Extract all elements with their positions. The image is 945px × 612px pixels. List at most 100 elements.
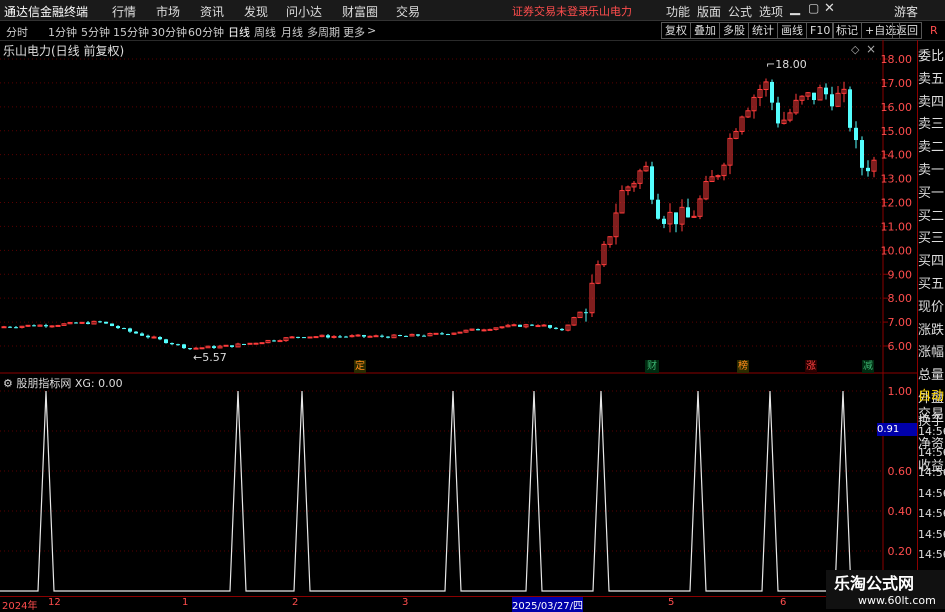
menu-function[interactable]: 功能 [666, 3, 690, 20]
trade-label[interactable]: 交易 [918, 403, 944, 422]
menu-market[interactable]: 市场 [156, 3, 180, 20]
quote-label: 总量 [918, 368, 945, 384]
draw-line-button[interactable]: 画线 [777, 22, 807, 39]
candle-body-down [104, 321, 108, 324]
multi-stock-button[interactable]: 多股 [719, 22, 749, 39]
period-30min[interactable]: 30分钟 [151, 24, 187, 40]
overlay-button[interactable]: 叠加 [690, 22, 720, 39]
period-multi[interactable]: 多周期 [307, 24, 340, 40]
indicator-tick-label: 0.20 [888, 545, 913, 558]
candle-body-down [548, 325, 552, 328]
trade-time: 14:56 [918, 507, 945, 520]
min-price-label: ←5.57 [193, 351, 227, 364]
candle-body-down [212, 346, 216, 348]
menu-wealth[interactable]: 财富圈 [342, 3, 378, 20]
adjust-button[interactable]: 复权 [661, 22, 691, 39]
menu-layout[interactable]: 版面 [697, 3, 721, 20]
candle-body-down [14, 327, 18, 329]
indicator-grid [0, 390, 883, 552]
minimize-icon[interactable]: ▁ [790, 1, 800, 16]
candle-body-down [824, 87, 828, 95]
candle-body-down [302, 337, 306, 339]
menu-formula[interactable]: 公式 [728, 3, 752, 20]
candle-body-down [182, 344, 186, 349]
candle-body-down [158, 337, 162, 340]
indicator-line [0, 390, 883, 592]
candle-body-down [518, 324, 522, 327]
date-axis-label: 12 [48, 597, 61, 608]
candle-body-down [584, 312, 588, 314]
candle-body-up [367, 335, 373, 338]
indicator-axis: 1.000.800.600.400.20 [888, 385, 913, 558]
period-tick[interactable]: 分时 [6, 24, 28, 40]
guest-label[interactable]: 游客 [894, 3, 918, 20]
menu-options[interactable]: 选项 [759, 3, 783, 20]
event-marker-ding[interactable]: 定 [354, 360, 366, 373]
period-monthly[interactable]: 月线 [281, 24, 303, 40]
date-axis-label: 3 [402, 597, 409, 608]
mark-button[interactable]: 标记 [832, 22, 862, 39]
stock-name-header: 乐山电力 [588, 5, 632, 18]
diamond-icon[interactable]: ◇ [851, 43, 859, 56]
period-5min[interactable]: 5分钟 [81, 24, 110, 40]
indicator-title[interactable]: ⚙ 股朋指标网 XG: 0.00 [3, 375, 123, 391]
menu-news[interactable]: 资讯 [200, 3, 224, 20]
candle-body-down [44, 325, 48, 327]
restore-icon[interactable]: ▢ [808, 1, 819, 15]
statistics-button[interactable]: 统计 [748, 22, 778, 39]
event-marker-cai[interactable]: 财 [645, 360, 659, 373]
chart-area[interactable]: 18.0017.0016.0015.0014.0013.0012.0011.00… [0, 40, 917, 609]
candle-body-down [230, 345, 234, 347]
period-15min[interactable]: 15分钟 [113, 24, 149, 40]
price-tick-label: 18.00 [881, 53, 913, 66]
period-1min[interactable]: 1分钟 [48, 24, 77, 40]
menu-ask[interactable]: 问小达 [286, 3, 322, 20]
close-icon[interactable]: ✕ [824, 1, 835, 16]
event-marker-zhang[interactable]: 涨 [805, 360, 817, 373]
candle-body-down [86, 322, 90, 325]
indicator-title-text: 股朋指标网 XG: 0.00 [16, 377, 123, 390]
candle-body-down [398, 335, 402, 337]
period-toolbar: 分时 1分钟 5分钟 15分钟 30分钟 60分钟 日线 周线 月线 多周期 更… [0, 21, 945, 41]
candle-body-up [259, 342, 265, 345]
candle-body-down [866, 167, 870, 172]
quote-label: 委比 [918, 49, 945, 64]
back-button[interactable]: 返回 [892, 22, 922, 39]
candle-body-down [170, 343, 174, 345]
menu-trade[interactable]: 交易 [396, 3, 420, 20]
candle-body-down [338, 336, 342, 338]
candle-body-up [151, 336, 157, 339]
quote-label: 卖三 [918, 117, 945, 133]
event-marker-bang[interactable]: 榜 [737, 360, 749, 373]
candle-body-down [530, 324, 534, 326]
close-chart-icon[interactable]: × [866, 42, 876, 56]
max-price-label: ⌐18.00 [766, 58, 807, 71]
candle-body-up [481, 329, 487, 332]
date-axis-label: 6 [780, 597, 787, 608]
indicator-tick-label: 0.60 [888, 465, 913, 478]
candle-body-down [344, 336, 348, 338]
quote-label: 买二 [918, 208, 945, 224]
candle-body-up [457, 331, 463, 334]
f10-button[interactable]: F10 [806, 22, 835, 39]
chevron-down-icon[interactable]: ⌄ [105, 41, 115, 55]
auto-label[interactable]: 自动 [918, 385, 944, 404]
candle-body-up [25, 324, 31, 327]
period-weekly[interactable]: 周线 [254, 24, 276, 40]
candle-body-down [362, 335, 366, 337]
menu-quotes[interactable]: 行情 [112, 3, 136, 20]
candle-body-up [535, 325, 541, 328]
chevron-right-icon[interactable]: > [367, 24, 376, 37]
date-axis-label: 2024年 [2, 601, 38, 612]
candle-body-down [164, 339, 168, 344]
menu-discover[interactable]: 发现 [244, 3, 268, 20]
period-daily[interactable]: 日线 [228, 24, 250, 40]
login-notice[interactable]: 证券交易未登录 [512, 3, 589, 19]
gear-icon[interactable]: ⚙ [3, 377, 13, 390]
price-tick-label: 17.00 [881, 77, 913, 90]
candle-body-down [8, 326, 12, 328]
period-more[interactable]: 更多 [343, 24, 365, 40]
period-60min[interactable]: 60分钟 [188, 24, 224, 40]
price-tick-label: 16.00 [881, 101, 913, 114]
event-marker-jian[interactable]: 减 [862, 360, 874, 373]
